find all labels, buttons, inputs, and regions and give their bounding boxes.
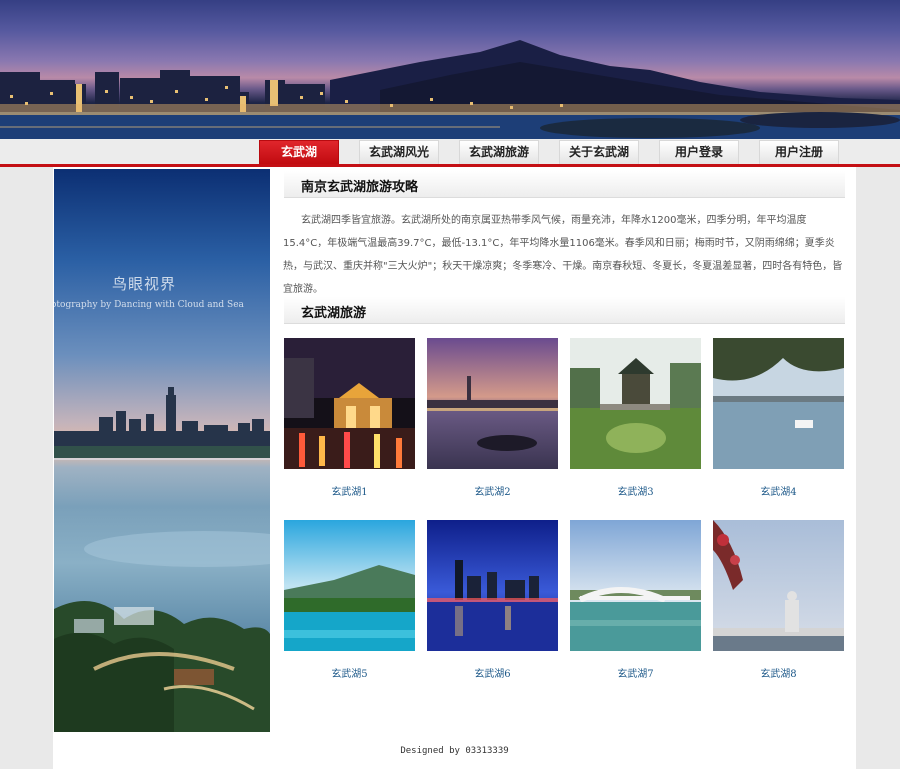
- nav-item-register[interactable]: 用户注册: [759, 140, 839, 164]
- gallery-item-6[interactable]: 玄武湖6: [427, 520, 558, 680]
- nav-item-login[interactable]: 用户登录: [659, 140, 739, 164]
- guide-section-header: 南京玄武湖旅游攻略: [284, 171, 845, 198]
- photo-thumbnail[interactable]: [713, 338, 844, 469]
- nav-item-about[interactable]: 关于玄武湖: [559, 140, 639, 164]
- tourism-title: 玄武湖旅游: [301, 306, 367, 321]
- photo-caption-link[interactable]: 玄武湖3: [570, 483, 701, 498]
- photo-thumbnail[interactable]: [570, 520, 701, 651]
- header-banner-image: [0, 0, 900, 139]
- nav-item-home[interactable]: 玄武湖: [259, 140, 339, 164]
- photo-caption-link[interactable]: 玄武湖7: [570, 665, 701, 680]
- sidebar-city-photo: 鸟眼视界 otography by Dancing with Cloud and…: [54, 169, 270, 732]
- photo-thumbnail[interactable]: [570, 338, 701, 469]
- guide-text: 玄武湖四季皆宜旅游。玄武湖所处的南京属亚热带季风气候，雨量充沛，年降水1200毫…: [283, 215, 843, 295]
- photo-caption-link[interactable]: 玄武湖1: [284, 483, 415, 498]
- photo-thumbnail[interactable]: [713, 520, 844, 651]
- gallery-item-3[interactable]: 玄武湖3: [570, 338, 701, 498]
- main-nav: 玄武湖 玄武湖风光 玄武湖旅游 关于玄武湖 用户登录 用户注册: [0, 139, 900, 167]
- watermark-subtext: otography by Dancing with Cloud and Sea: [54, 300, 244, 310]
- photo-caption-link[interactable]: 玄武湖2: [427, 483, 558, 498]
- main-content: 鸟眼视界 otography by Dancing with Cloud and…: [53, 167, 856, 769]
- photo-thumbnail[interactable]: [284, 338, 415, 469]
- watermark-text: 鸟眼视界: [112, 275, 177, 293]
- gallery-item-7[interactable]: 玄武湖7: [570, 520, 701, 680]
- photo-caption-link[interactable]: 玄武湖4: [713, 483, 844, 498]
- footer-credit: Designed by 03313339: [400, 746, 509, 756]
- photo-caption-link[interactable]: 玄武湖5: [284, 665, 415, 680]
- nav-item-tourism[interactable]: 玄武湖旅游: [459, 140, 539, 164]
- gallery-item-1[interactable]: 玄武湖1: [284, 338, 415, 498]
- gallery-item-4[interactable]: 玄武湖4: [713, 338, 844, 498]
- photo-caption-link[interactable]: 玄武湖8: [713, 665, 844, 680]
- guide-title: 南京玄武湖旅游攻略: [301, 180, 419, 195]
- gallery-item-5[interactable]: 玄武湖5: [284, 520, 415, 680]
- photo-caption-link[interactable]: 玄武湖6: [427, 665, 558, 680]
- gallery-item-2[interactable]: 玄武湖2: [427, 338, 558, 498]
- nav-item-scenery[interactable]: 玄武湖风光: [359, 140, 439, 164]
- photo-thumbnail[interactable]: [284, 520, 415, 651]
- photo-thumbnail[interactable]: [427, 338, 558, 469]
- tourism-section-header: 玄武湖旅游: [284, 297, 845, 324]
- gallery-item-8[interactable]: 玄武湖8: [713, 520, 844, 680]
- photo-thumbnail[interactable]: [427, 520, 558, 651]
